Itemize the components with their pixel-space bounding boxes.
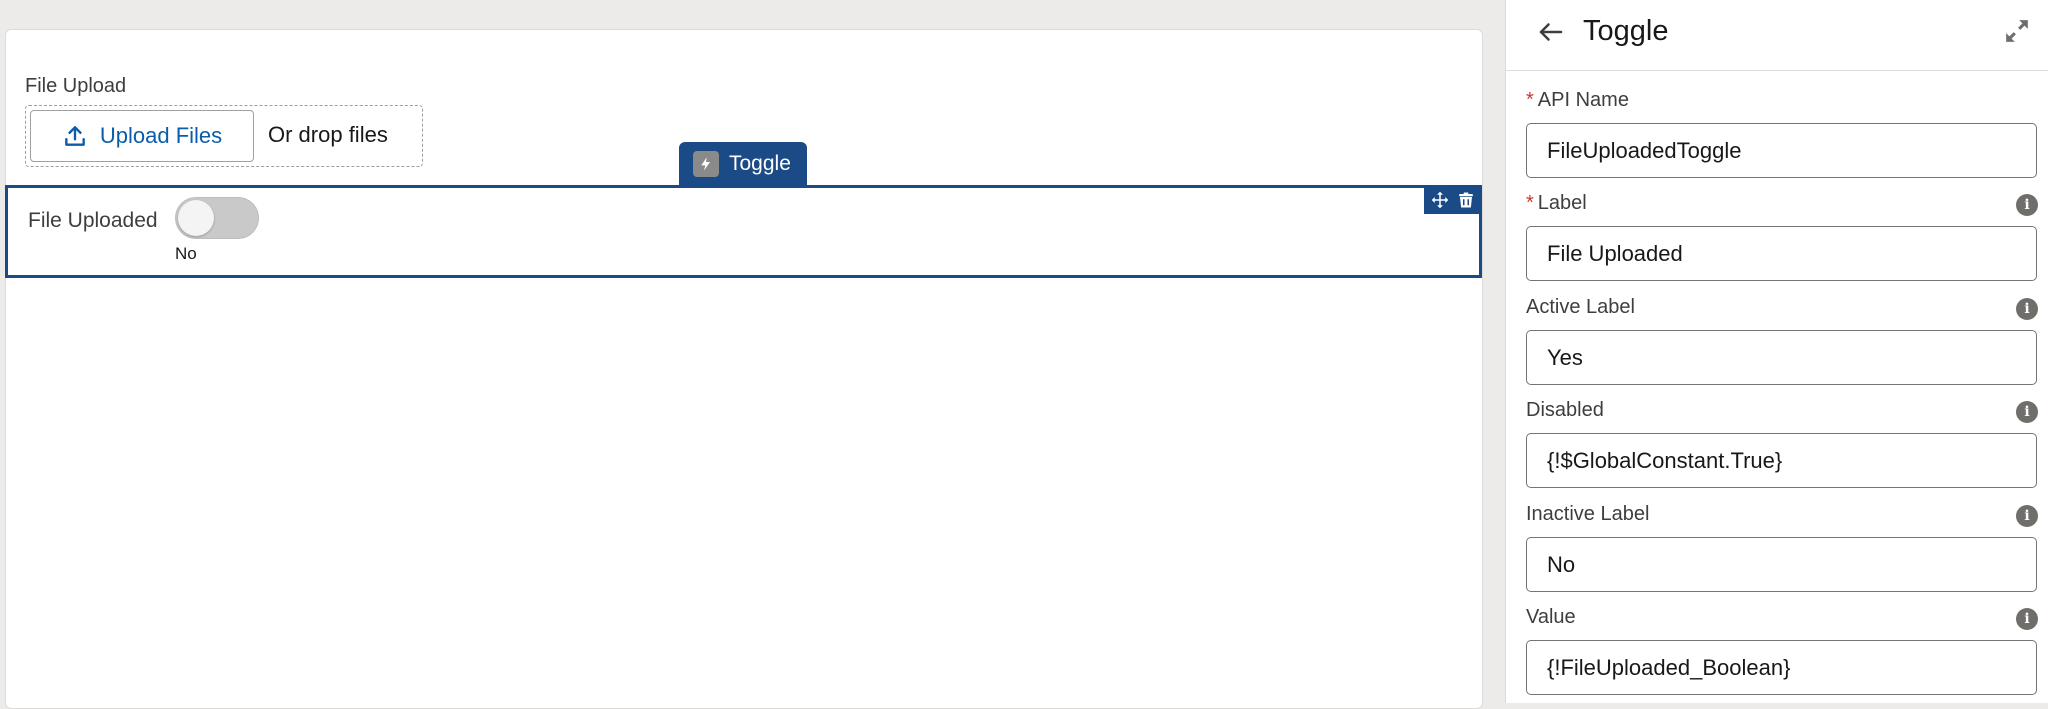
toggle-field-label: File Uploaded [28, 209, 158, 232]
panel-header: Toggle [1506, 0, 2048, 71]
field-api-name: * API Name FileUploadedToggle [1526, 89, 2038, 178]
field-label-prop: * Label i File Uploaded [1526, 192, 2038, 281]
field-label: Active Label [1526, 296, 1635, 318]
field-label: Disabled [1526, 399, 1604, 421]
field-disabled: Disabled i {!$GlobalConstant.True} [1526, 399, 2038, 488]
inactive-label-input[interactable]: No [1526, 537, 2037, 592]
flow-component-icon [693, 151, 719, 177]
toggle-state-text: No [175, 244, 197, 263]
component-actions [1424, 185, 1482, 214]
value-input[interactable]: {!FileUploaded_Boolean} [1526, 640, 2037, 695]
field-label: Inactive Label [1526, 503, 1650, 525]
info-icon[interactable]: i [2016, 298, 2038, 320]
toggle-switch[interactable] [175, 197, 259, 239]
selected-toggle-component[interactable]: File Uploaded No [5, 185, 1482, 278]
file-drop-zone[interactable]: Upload Files Or drop files [25, 105, 423, 167]
required-marker: * [1526, 89, 1534, 111]
arrow-left-icon[interactable] [1536, 17, 1566, 47]
info-icon[interactable]: i [2016, 505, 2038, 527]
properties-panel: Toggle * API Name FileUploadedToggle * Lab… [1505, 0, 2048, 703]
move-icon[interactable] [1431, 191, 1449, 209]
label-input[interactable]: File Uploaded [1526, 226, 2037, 281]
info-icon[interactable]: i [2016, 194, 2038, 216]
field-value: Value i {!FileUploaded_Boolean} [1526, 606, 2038, 695]
component-type-tab: Toggle [679, 142, 807, 186]
field-label: Label [1537, 192, 1587, 214]
disabled-input[interactable]: {!$GlobalConstant.True} [1526, 433, 2037, 488]
info-icon[interactable]: i [2016, 608, 2038, 630]
toggle-knob [178, 200, 214, 236]
field-inactive-label: Inactive Label i No [1526, 503, 2038, 592]
field-label: API Name [1537, 89, 1629, 111]
field-label: Value [1526, 606, 1576, 628]
file-upload-label: File Upload [25, 75, 127, 97]
upload-icon [65, 126, 85, 146]
upload-files-button[interactable]: Upload Files [30, 110, 254, 162]
expand-icon[interactable] [2004, 18, 2030, 44]
drop-files-text: Or drop files [268, 122, 388, 147]
api-name-input[interactable]: FileUploadedToggle [1526, 123, 2037, 178]
info-icon[interactable]: i [2016, 401, 2038, 423]
panel-title: Toggle [1583, 15, 1669, 47]
trash-icon[interactable] [1457, 191, 1475, 209]
field-active-label: Active Label i Yes [1526, 296, 2038, 385]
component-type-label: Toggle [729, 152, 791, 175]
upload-files-label: Upload Files [99, 123, 223, 148]
required-marker: * [1526, 192, 1534, 214]
flow-canvas: File Upload Upload Files Or drop files T… [0, 0, 1505, 709]
active-label-input[interactable]: Yes [1526, 330, 2037, 385]
